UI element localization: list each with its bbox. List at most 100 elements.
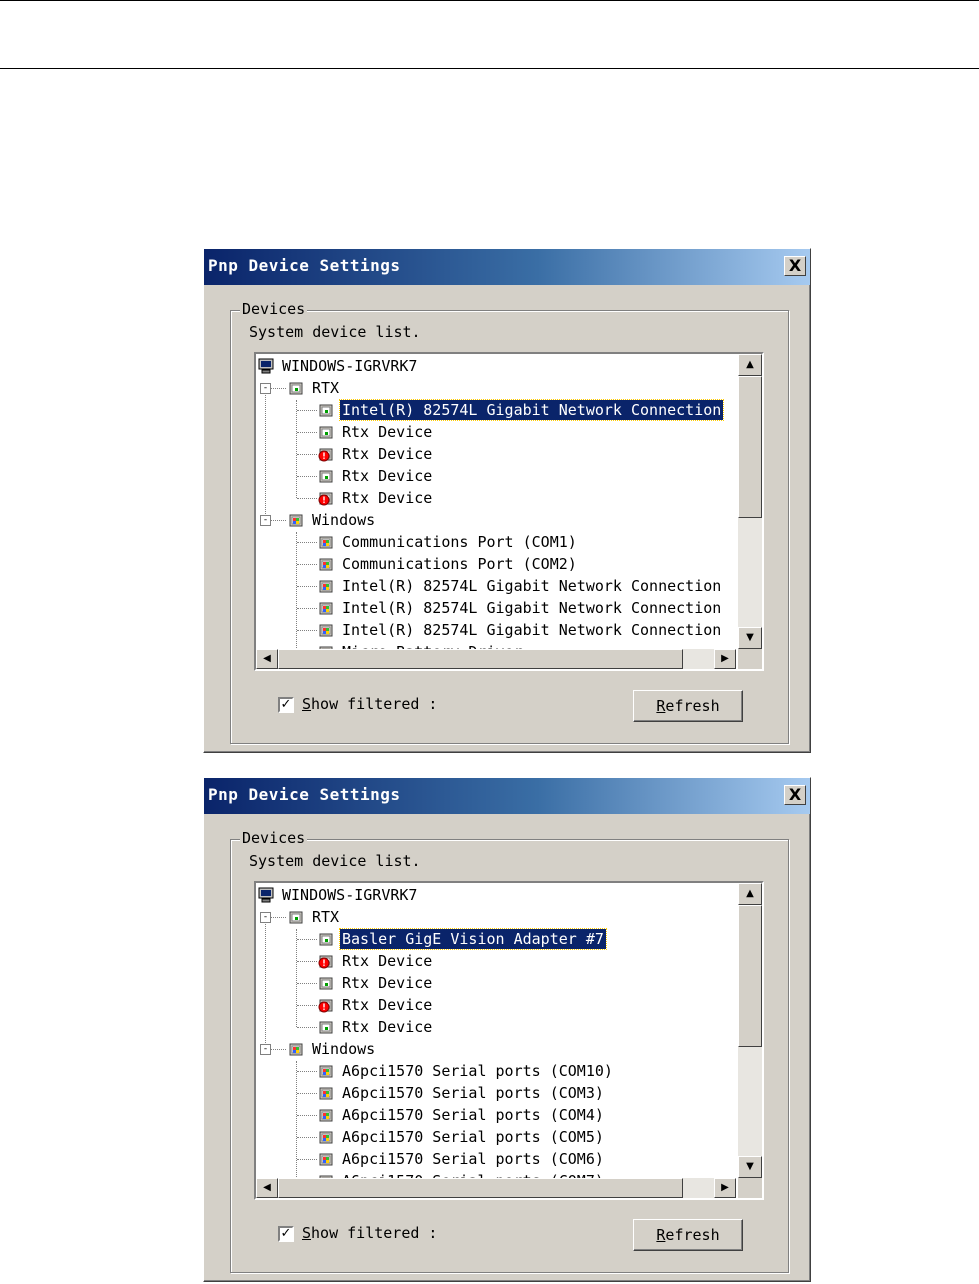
arrow-up-icon: ▲ — [746, 359, 754, 370]
tree-item-label: RTX — [312, 379, 340, 397]
device-tree-view[interactable]: WINDOWS-IGRVRK7- RTX Basler GigE Vision Ad… — [254, 881, 764, 1200]
checkmark-icon: ✓ — [280, 1226, 292, 1241]
show-filtered-label[interactable]: Show filtered : — [302, 695, 437, 713]
tree-item-label: A6pci1570 Serial ports (COM3) — [342, 1084, 604, 1102]
tree-connector — [265, 388, 266, 520]
scroll-right-button[interactable]: ▶ — [714, 649, 736, 669]
scroll-up-button[interactable]: ▲ — [738, 883, 762, 905]
rtx-device-warning-icon — [318, 997, 334, 1013]
window-title: Pnp Device Settings — [208, 785, 401, 804]
scroll-left-button[interactable]: ◀ — [256, 649, 278, 669]
windows-device-icon — [318, 622, 334, 638]
windows-folder-icon — [288, 512, 304, 528]
tree-item-label: RTX — [312, 908, 340, 926]
close-button[interactable]: X — [784, 785, 806, 805]
rtx-folder-icon — [288, 380, 304, 396]
close-icon: X — [788, 256, 802, 275]
refresh-button[interactable]: Refresh — [633, 1219, 743, 1251]
tree-connector — [297, 983, 317, 984]
devices-group-label: Devices — [240, 829, 308, 847]
rtx-device-warning-icon — [318, 446, 334, 462]
title-bar[interactable]: Pnp Device Settings X — [204, 249, 810, 285]
tree-expander-icon[interactable]: - — [260, 383, 271, 394]
close-icon: X — [788, 785, 802, 804]
tree-connector — [297, 542, 317, 543]
arrow-down-icon: ▼ — [746, 632, 754, 643]
device-tree-view[interactable]: WINDOWS-IGRVRK7- RTX Intel(R) 82574L Gigab… — [254, 352, 764, 671]
tree-item-label: WINDOWS-IGRVRK7 — [282, 357, 418, 375]
tree-item-label: Windows — [312, 1040, 376, 1058]
tree-connector — [296, 929, 297, 1027]
scroll-left-button[interactable]: ◀ — [256, 1178, 278, 1198]
tree-item-label: Intel(R) 82574L Gigabit Network Connecti… — [342, 621, 722, 639]
title-bar[interactable]: Pnp Device Settings X — [204, 778, 810, 814]
show-filtered-label-text: how filtered : — [311, 1224, 438, 1242]
pnp-device-settings-dialog: Pnp Device Settings X Devices System device… — [203, 777, 811, 1282]
refresh-label-text: efresh — [665, 1226, 720, 1244]
windows-device-icon — [318, 1129, 334, 1145]
tree-item-label: Rtx Device — [342, 952, 433, 970]
show-filtered-label-accel: S — [302, 1224, 312, 1242]
tree-item-label: A6pci1570 Serial ports (COM4) — [342, 1106, 604, 1124]
vertical-scrollbar[interactable]: ▲ ▼ — [738, 883, 762, 1178]
vertical-scroll-thumb[interactable] — [738, 905, 762, 1047]
pnp-device-settings-dialog: Pnp Device Settings X Devices System device… — [203, 248, 811, 753]
tree-item-label: Communications Port (COM1) — [342, 533, 577, 551]
tree-item-label: Intel(R) 82574L Gigabit Network Connecti… — [338, 399, 725, 421]
scroll-up-button[interactable]: ▲ — [738, 354, 762, 376]
rtx-folder-icon — [288, 909, 304, 925]
tree-item-label: Rtx Device — [342, 489, 433, 507]
computer-icon — [258, 358, 274, 374]
show-filtered-checkbox[interactable]: ✓ — [278, 1226, 294, 1242]
tree-connector — [297, 1115, 317, 1116]
tree-item-label: Rtx Device — [342, 423, 433, 441]
windows-device-icon — [318, 578, 334, 594]
tree-item-label: Windows — [312, 511, 376, 529]
scroll-down-button[interactable]: ▼ — [738, 1156, 762, 1178]
tree-item-label: A6pci1570 Serial ports (COM6) — [342, 1150, 604, 1168]
rtx-device-icon — [318, 975, 334, 991]
tree-item-label: A6pci1570 Serial ports (COM10) — [342, 1062, 613, 1080]
windows-device-icon — [318, 1085, 334, 1101]
tree-expander-icon[interactable]: - — [260, 515, 271, 526]
tree-item-label: WINDOWS-IGRVRK7 — [282, 886, 418, 904]
show-filtered-checkbox[interactable]: ✓ — [278, 697, 294, 713]
tree-item-label: Micro Battery Driver — [340, 642, 525, 649]
checkmark-icon: ✓ — [280, 697, 292, 712]
tree-connector — [297, 586, 317, 587]
vertical-scroll-thumb[interactable] — [738, 376, 762, 518]
refresh-button[interactable]: Refresh — [633, 690, 743, 722]
arrow-right-icon: ▶ — [721, 653, 729, 664]
vertical-scrollbar[interactable]: ▲ ▼ — [738, 354, 762, 649]
tree-connector — [297, 1093, 317, 1094]
rtx-device-icon — [318, 402, 334, 418]
window-title: Pnp Device Settings — [208, 256, 401, 275]
scroll-right-button[interactable]: ▶ — [714, 1178, 736, 1198]
tree-connector — [297, 961, 317, 962]
horizontal-scrollbar[interactable]: ◀ ▶ — [256, 649, 736, 669]
tree-item-label: Rtx Device — [342, 1018, 433, 1036]
windows-device-icon — [318, 1107, 334, 1123]
scroll-down-button[interactable]: ▼ — [738, 627, 762, 649]
tree-item-label: Rtx Device — [342, 445, 433, 463]
close-button[interactable]: X — [784, 256, 806, 276]
tree-connector — [297, 939, 317, 940]
system-device-list-label: System device list. — [249, 323, 421, 341]
rtx-device-icon — [318, 931, 334, 947]
tree-connector — [297, 432, 317, 433]
horizontal-scrollbar[interactable]: ◀ ▶ — [256, 1178, 736, 1198]
tree-expander-icon[interactable]: - — [260, 1044, 271, 1055]
arrow-up-icon: ▲ — [746, 888, 754, 899]
computer-icon — [258, 887, 274, 903]
show-filtered-label[interactable]: Show filtered : — [302, 1224, 437, 1242]
horizontal-scroll-thumb[interactable] — [278, 649, 683, 669]
arrow-left-icon: ◀ — [263, 1182, 271, 1193]
tree-connector — [297, 1005, 317, 1006]
rtx-device-icon — [318, 424, 334, 440]
tree-expander-icon[interactable]: - — [260, 912, 271, 923]
refresh-label-text: efresh — [665, 697, 720, 715]
tree-connector — [297, 476, 317, 477]
tree-item-label: Rtx Device — [342, 974, 433, 992]
tree-connector — [296, 1061, 297, 1178]
horizontal-scroll-thumb[interactable] — [278, 1178, 683, 1198]
